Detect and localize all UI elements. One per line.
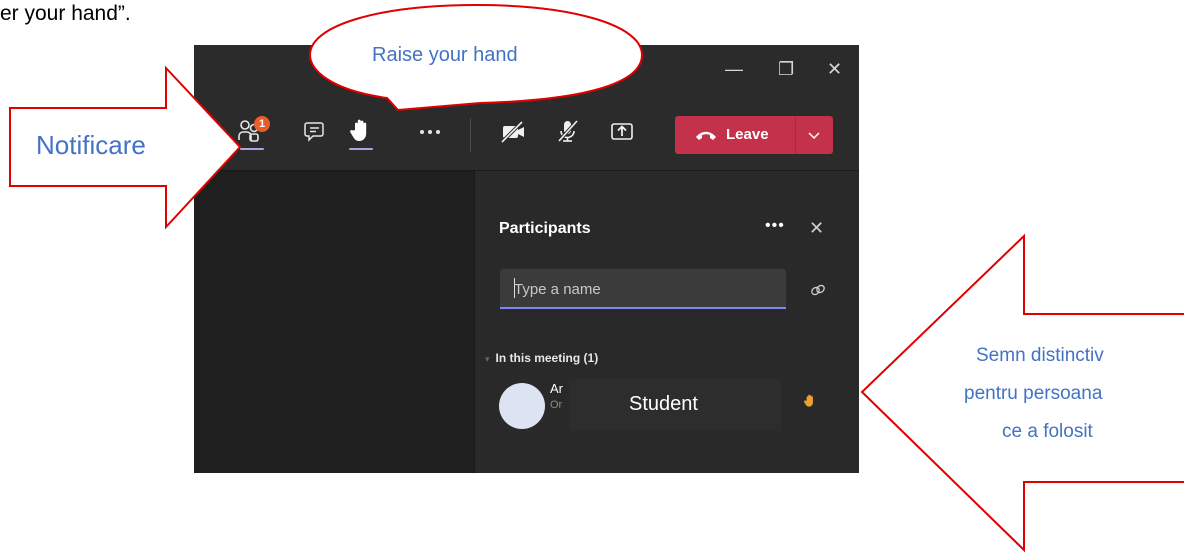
left-arrow-text: Notificare xyxy=(36,130,146,160)
bubble-text: Raise your hand xyxy=(372,44,518,66)
right-arrow-text-1: Semn distinctiv xyxy=(976,345,1104,366)
right-arrow-text-2: pentru persoana xyxy=(964,383,1103,404)
annotation-layer xyxy=(9,3,1184,553)
right-arrow-text-3: ce a folosit xyxy=(1002,421,1093,442)
